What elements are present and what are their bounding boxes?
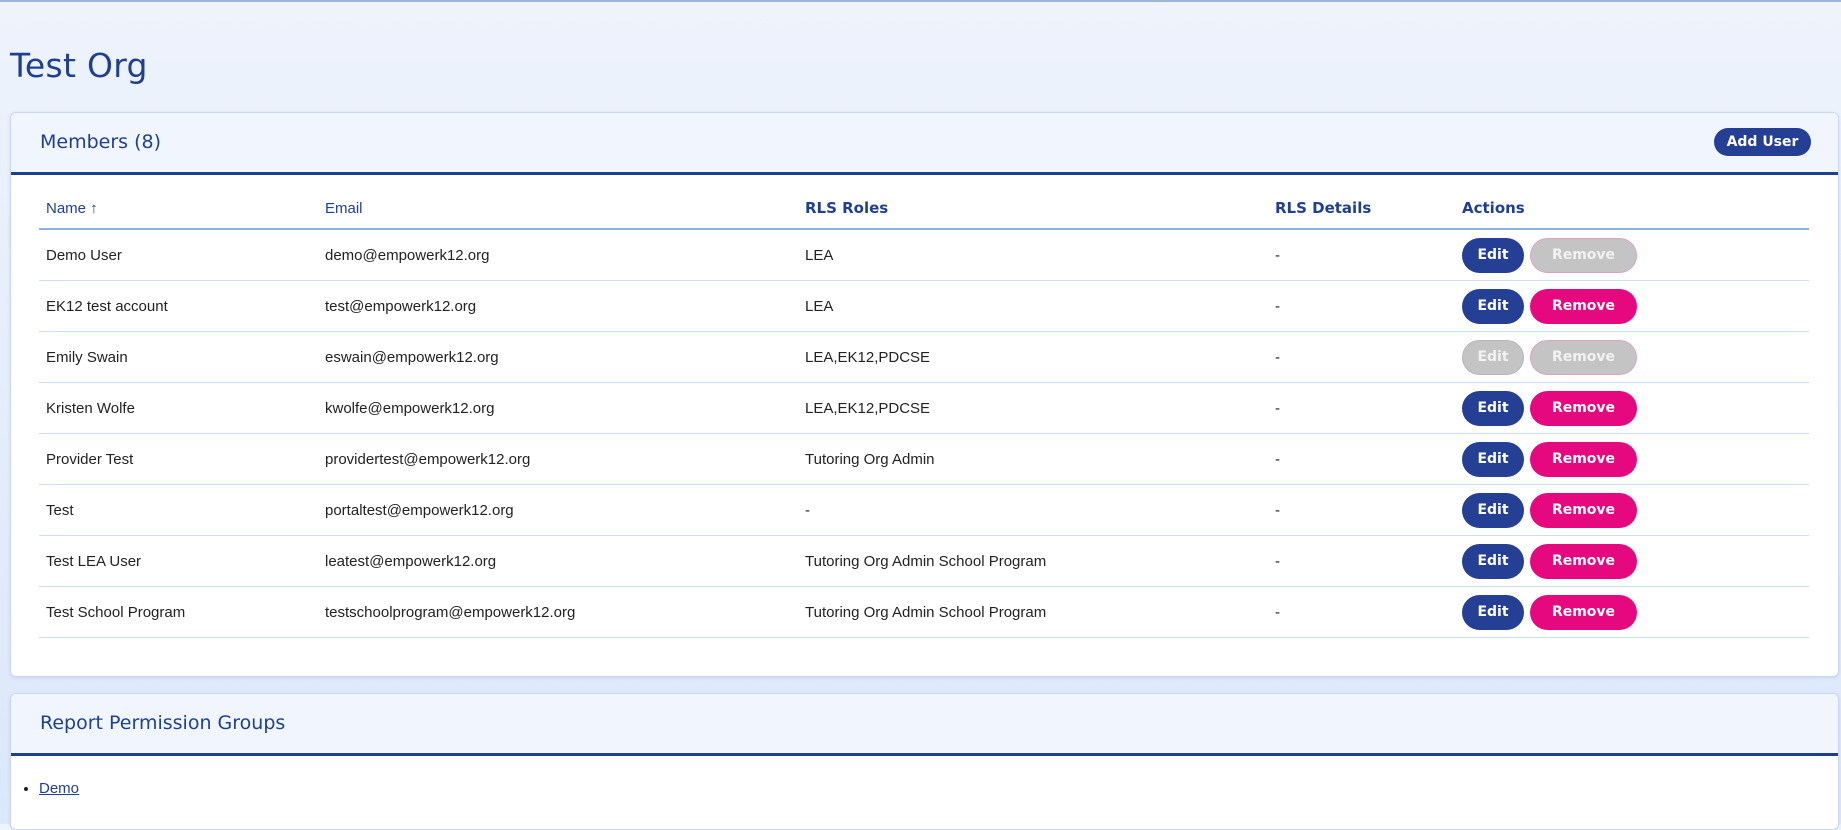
member-rls-roles: LEA,EK12,PDCSE — [805, 331, 1275, 383]
member-rls-roles: Tutoring Org Admin School Program — [805, 586, 1275, 638]
remove-button[interactable]: Remove — [1530, 441, 1637, 477]
member-rls-details: - — [1275, 433, 1462, 485]
member-actions: Edit Remove — [1462, 484, 1809, 536]
remove-button[interactable]: Remove — [1530, 543, 1637, 579]
table-row: Provider Test providertest@empowerk12.org… — [39, 433, 1809, 485]
member-actions: Edit Remove — [1462, 229, 1809, 281]
edit-button[interactable]: Edit — [1462, 594, 1524, 630]
column-header-actions: Actions — [1462, 188, 1809, 230]
table-row: Test portaltest@empowerk12.org - - Edit Remov… — [39, 484, 1809, 536]
members-table: Name ↑ Email RLS Roles RLS Details Actio… — [39, 188, 1809, 638]
edit-button[interactable]: Edit — [1462, 390, 1524, 426]
edit-button[interactable]: Edit — [1462, 441, 1524, 477]
row-actions: Edit Remove — [1462, 288, 1809, 324]
member-name: Kristen Wolfe — [39, 382, 318, 434]
report-groups-title: Report Permission Groups — [40, 712, 286, 734]
member-name: Provider Test — [39, 433, 318, 485]
list-item: Demo — [39, 780, 79, 797]
column-header-rls-details: RLS Details — [1275, 188, 1462, 230]
member-rls-roles: LEA — [805, 229, 1275, 281]
row-actions: Edit Remove — [1462, 543, 1809, 579]
remove-button[interactable]: Remove — [1530, 288, 1637, 324]
members-title: Members (8) — [40, 131, 162, 153]
row-actions: Edit Remove — [1462, 339, 1809, 375]
member-rls-roles: LEA — [805, 280, 1275, 332]
member-rls-details: - — [1275, 280, 1462, 332]
top-border — [0, 0, 1841, 2]
member-actions: Edit Remove — [1462, 382, 1809, 434]
remove-button: Remove — [1530, 339, 1637, 375]
member-actions: Edit Remove — [1462, 433, 1809, 485]
row-actions: Edit Remove — [1462, 594, 1809, 630]
column-header-email[interactable]: Email — [318, 188, 805, 230]
member-name: Test School Program — [39, 586, 318, 638]
members-card-header: Members (8) Add User — [11, 113, 1838, 175]
member-email: testschoolprogram@empowerk12.org — [318, 586, 805, 638]
member-rls-details: - — [1275, 331, 1462, 383]
edit-button[interactable]: Edit — [1462, 288, 1524, 324]
report-group-link[interactable]: Demo — [39, 780, 79, 797]
report-groups-card: Report Permission Groups Demo — [10, 693, 1839, 830]
member-actions: Edit Remove — [1462, 280, 1809, 332]
table-row: Demo User demo@empowerk12.org LEA - Edit Remo… — [39, 229, 1809, 281]
members-card: Members (8) Add User Name ↑ Email RLS Ro… — [10, 112, 1839, 677]
member-email: kwolfe@empowerk12.org — [318, 382, 805, 434]
member-email: eswain@empowerk12.org — [318, 331, 805, 383]
remove-button[interactable]: Remove — [1530, 492, 1637, 528]
table-header-row: Name ↑ Email RLS Roles RLS Details Actio… — [39, 188, 1809, 230]
edit-button[interactable]: Edit — [1462, 237, 1524, 273]
edit-button[interactable]: Edit — [1462, 543, 1524, 579]
member-name: Test — [39, 484, 318, 536]
member-name: Emily Swain — [39, 331, 318, 383]
member-email: demo@empowerk12.org — [318, 229, 805, 281]
add-user-button[interactable]: Add User — [1714, 128, 1811, 156]
row-actions: Edit Remove — [1462, 390, 1809, 426]
table-row: EK12 test account test@empowerk12.org LEA -… — [39, 280, 1809, 332]
edit-button[interactable]: Edit — [1462, 492, 1524, 528]
member-actions: Edit Remove — [1462, 331, 1809, 383]
column-header-name[interactable]: Name ↑ — [39, 188, 318, 230]
row-actions: Edit Remove — [1462, 492, 1809, 528]
member-email: leatest@empowerk12.org — [318, 535, 805, 587]
member-email: providertest@empowerk12.org — [318, 433, 805, 485]
member-email: portaltest@empowerk12.org — [318, 484, 805, 536]
member-rls-details: - — [1275, 229, 1462, 281]
member-actions: Edit Remove — [1462, 586, 1809, 638]
row-actions: Edit Remove — [1462, 237, 1809, 273]
member-actions: Edit Remove — [1462, 535, 1809, 587]
table-row: Test School Program testschoolprogram@emp… — [39, 586, 1809, 638]
edit-button: Edit — [1462, 339, 1524, 375]
table-row: Emily Swain eswain@empowerk12.org LEA,EK12… — [39, 331, 1809, 383]
remove-button[interactable]: Remove — [1530, 594, 1637, 630]
row-actions: Edit Remove — [1462, 441, 1809, 477]
report-groups-list: Demo — [21, 780, 79, 797]
member-name: EK12 test account — [39, 280, 318, 332]
member-email: test@empowerk12.org — [318, 280, 805, 332]
member-rls-details: - — [1275, 382, 1462, 434]
member-rls-roles: LEA,EK12,PDCSE — [805, 382, 1275, 434]
member-rls-roles: - — [805, 484, 1275, 536]
member-name: Demo User — [39, 229, 318, 281]
table-row: Test LEA User leatest@empowerk12.org Tutor… — [39, 535, 1809, 587]
member-rls-roles: Tutoring Org Admin — [805, 433, 1275, 485]
member-rls-details: - — [1275, 484, 1462, 536]
members-table-body: Demo User demo@empowerk12.org LEA - Edit Remo… — [39, 229, 1809, 638]
remove-button: Remove — [1530, 237, 1637, 273]
column-header-rls-roles: RLS Roles — [805, 188, 1275, 230]
remove-button[interactable]: Remove — [1530, 390, 1637, 426]
member-rls-details: - — [1275, 535, 1462, 587]
page-title: Test Org — [10, 46, 148, 85]
member-rls-roles: Tutoring Org Admin School Program — [805, 535, 1275, 587]
member-name: Test LEA User — [39, 535, 318, 587]
table-row: Kristen Wolfe kwolfe@empowerk12.org LEA,EK… — [39, 382, 1809, 434]
report-groups-card-header: Report Permission Groups — [11, 694, 1838, 756]
member-rls-details: - — [1275, 586, 1462, 638]
